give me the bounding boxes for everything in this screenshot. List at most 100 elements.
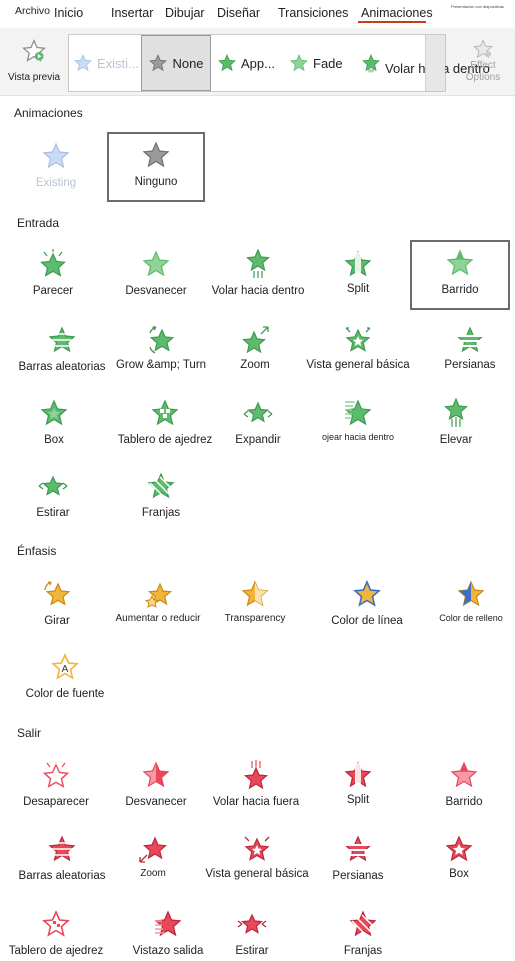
item-label: Box [44, 434, 64, 446]
section-title-animaciones: Animaciones [14, 106, 83, 120]
entrance-grow-turn[interactable]: Grow &amp; Turn [111, 319, 211, 389]
item-label: Split [346, 794, 370, 806]
animation-gallery: Existi... None App... Fade Volar hacia d… [68, 34, 490, 92]
existing-star-icon [74, 54, 92, 72]
peek-in-star-icon [344, 399, 372, 426]
item-ninguno[interactable]: Ninguno [107, 132, 205, 202]
tab-inicio[interactable]: Inicio [54, 6, 83, 20]
tab-transiciones[interactable]: Transiciones [278, 6, 348, 20]
exit-tablero-de-ajedrez[interactable]: Tablero de ajedrez [6, 903, 106, 961]
appear-star-icon [218, 54, 236, 72]
entrance-expandir[interactable]: Expandir [208, 392, 308, 462]
exit-vista-general-basica[interactable]: Vista general básica [205, 828, 309, 898]
entrance-estirar[interactable]: Estirar [3, 465, 103, 535]
item-label: Estirar [36, 507, 70, 519]
item-label: Color de línea [331, 615, 403, 627]
exit-split[interactable]: Split [308, 754, 408, 824]
fade-star-icon [142, 250, 170, 277]
entrance-split[interactable]: Split [308, 243, 408, 313]
gallery-item-fade[interactable]: Fade [289, 35, 343, 91]
strips-star-icon [147, 472, 175, 499]
section-title-entrada: Entrada [17, 216, 60, 230]
gallery-item-appear[interactable]: App... [217, 35, 275, 91]
none-star-icon [149, 54, 168, 72]
exit-desaparecer[interactable]: Desaparecer [6, 754, 106, 824]
svg-text:A: A [62, 664, 69, 675]
split-out-star-icon [344, 761, 372, 788]
box-out-star-icon [445, 835, 473, 862]
tab-archivo[interactable]: Archivo [15, 5, 50, 17]
strips-out-star-icon [349, 910, 377, 937]
preview-button[interactable]: Vista previa [6, 38, 62, 90]
tab-disenar[interactable]: Diseñar [217, 6, 260, 20]
entrance-persianas[interactable]: Persianas [420, 319, 515, 389]
entrance-barras-aleatorias[interactable]: Barras aleatorias [12, 319, 112, 389]
random-bars-out-star-icon [48, 835, 76, 862]
fly-in-star-icon [362, 54, 380, 73]
item-label: Color de fuente [25, 688, 105, 700]
exit-box[interactable]: Box [409, 828, 509, 898]
exit-barrido[interactable]: Barrido [414, 754, 514, 824]
entrance-elevar[interactable]: Elevar [406, 392, 506, 462]
item-label: Transparency [224, 613, 286, 624]
emphasis-girar[interactable]: Girar [7, 573, 107, 643]
tab-animaciones[interactable]: Animaciones [361, 6, 433, 20]
item-label: Ninguno [134, 176, 178, 188]
entrance-ojear-hacia-dentro[interactable]: ojear hacia dentro [308, 392, 408, 462]
entrance-box[interactable]: Box [4, 392, 104, 462]
effect-options-label-2: Options [465, 72, 501, 83]
fade-out-star-icon [142, 761, 170, 788]
exit-barras-aleatorias[interactable]: Barras aleatorias [12, 828, 112, 898]
effect-options-button[interactable]: Effect Options [458, 38, 508, 84]
exit-persianas[interactable]: Persianas [308, 828, 408, 898]
active-tab-indicator [358, 21, 426, 23]
item-label: Estirar [235, 945, 269, 957]
wipe-out-star-icon [450, 761, 478, 788]
item-label: Split [346, 283, 370, 295]
exit-volar-hacia-fuera[interactable]: Volar hacia fuera [206, 754, 306, 824]
zoom-out-star-icon [139, 836, 167, 863]
preview-icon [22, 39, 46, 62]
entrance-tablero-de-ajedrez[interactable]: Tablero de ajedrez [115, 392, 215, 462]
emphasis-color-de-linea[interactable]: Color de línea [317, 573, 417, 643]
gallery-item-label: Fade [313, 55, 343, 71]
entrance-franjas[interactable]: Franjas [111, 465, 211, 535]
entrance-zoom[interactable]: Zoom [205, 319, 305, 389]
font-color-star-icon: A [51, 653, 79, 680]
section-title-salir: Salir [17, 726, 42, 740]
entrance-parecer[interactable]: Parecer [3, 243, 103, 313]
emphasis-transparency[interactable]: Transparency [205, 573, 305, 643]
tab-presentacion[interactable]: Presentación con diapositivas [451, 4, 504, 9]
emphasis-color-de-relleno[interactable]: Color de relleno [421, 573, 515, 643]
blinds-out-star-icon [344, 835, 372, 862]
entrance-vista-general-basica[interactable]: Vista general básica [306, 319, 410, 389]
gallery-scrollbar[interactable] [425, 35, 445, 91]
wipe-star-icon [446, 249, 474, 276]
item-existing: Existing [6, 135, 106, 205]
transparency-star-icon [241, 580, 269, 607]
entrance-desvanecer[interactable]: Desvanecer [106, 243, 206, 313]
exit-zoom[interactable]: Zoom [103, 828, 203, 898]
tab-insertar[interactable]: Insertar [111, 6, 153, 20]
item-label: Zoom [140, 868, 166, 879]
checkerboard-star-icon [151, 399, 179, 426]
appear-star-icon [40, 249, 66, 277]
existing-star-icon [42, 142, 70, 169]
exit-estirar[interactable]: Estirar [202, 903, 302, 961]
fade-star-icon [290, 54, 308, 72]
emphasis-color-de-fuente[interactable]: A Color de fuente [15, 646, 115, 716]
item-label: Barrido [445, 796, 483, 808]
entrance-volar-hacia-dentro[interactable]: Volar hacia dentro [208, 243, 308, 313]
exit-franjas[interactable]: Franjas [313, 903, 413, 961]
gallery-item-none[interactable]: None [141, 35, 211, 91]
gallery-item-existing[interactable]: Existi... [73, 35, 139, 91]
gallery-item-label: Existi... [97, 55, 139, 71]
emphasis-aumentar-o-reducir[interactable]: Aumentar o reducir [108, 573, 208, 643]
exit-desvanecer[interactable]: Desvanecer [106, 754, 206, 824]
zoom-star-icon [242, 326, 269, 354]
basic-zoom-out-star-icon [244, 836, 270, 861]
tab-dibujar[interactable]: Dibujar [165, 6, 205, 20]
entrance-barrido[interactable]: Barrido [410, 240, 510, 310]
none-star-icon [142, 141, 170, 168]
item-label: Franjas [343, 945, 383, 957]
